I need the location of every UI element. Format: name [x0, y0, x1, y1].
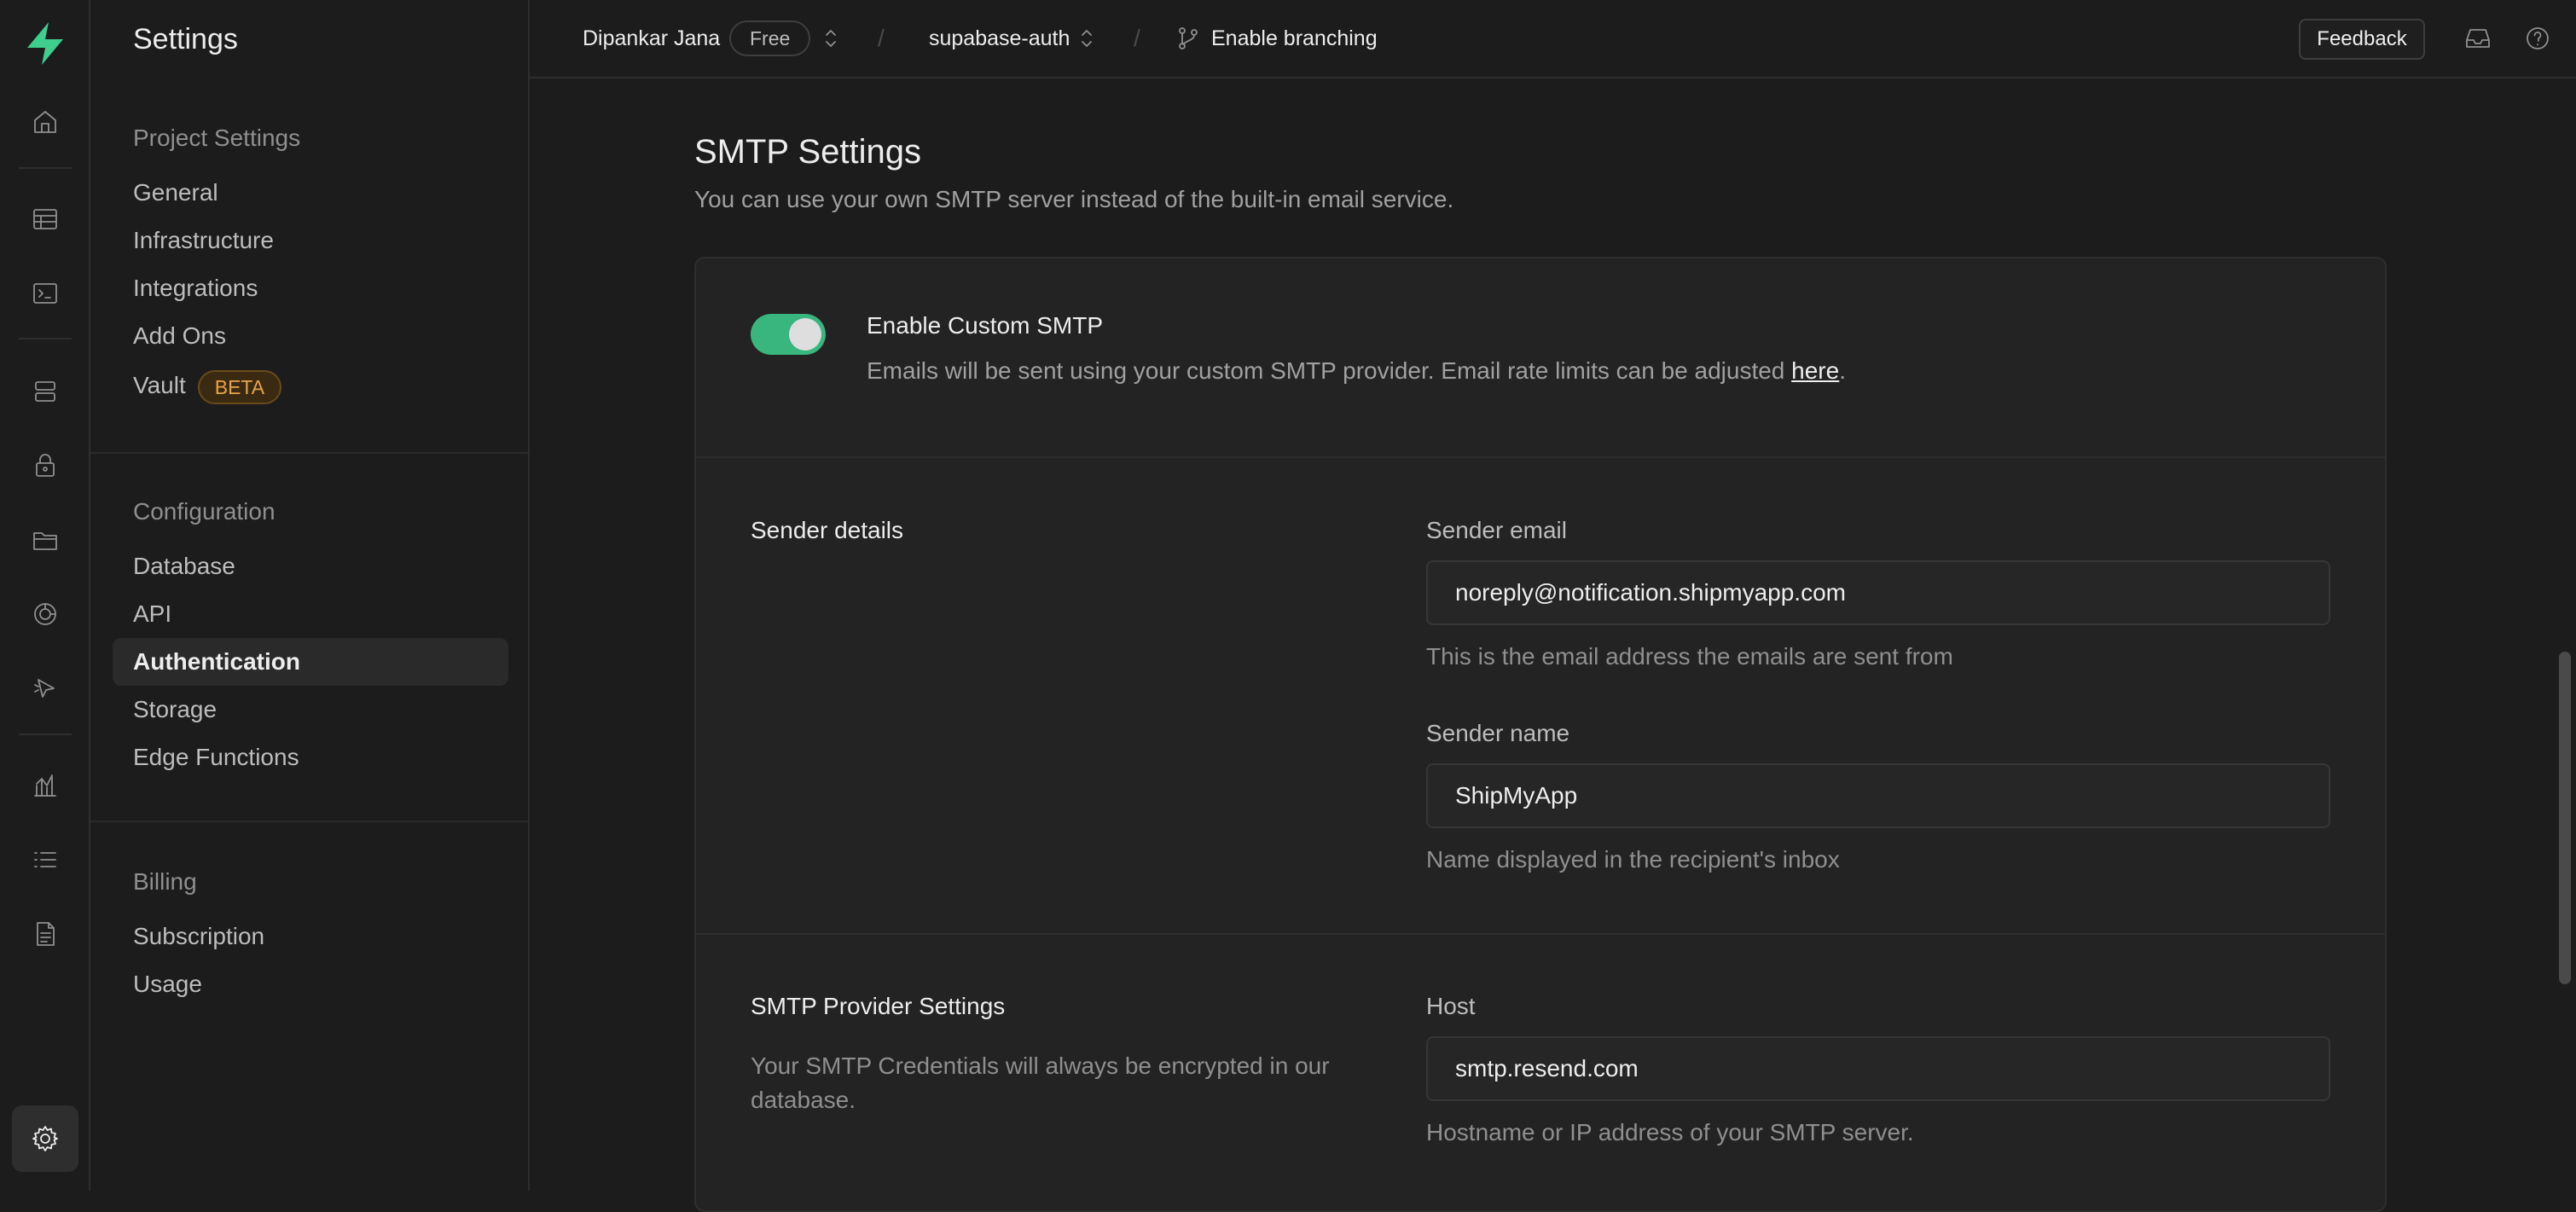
menu-item-edge-functions[interactable]: Edge Functions	[113, 734, 508, 781]
sender-name-input[interactable]	[1426, 763, 2330, 828]
menu-item-api[interactable]: API	[113, 590, 508, 638]
api-docs-icon[interactable]	[12, 901, 78, 967]
menu-item-vault-label: Vault	[133, 372, 186, 398]
sender-name-help: Name displayed in the recipient's inbox	[1426, 846, 1840, 873]
git-branch-icon	[1173, 23, 1204, 54]
menu-item-vault[interactable]: Vault BETA	[113, 362, 508, 409]
menu-item-infrastructure[interactable]: Infrastructure	[113, 217, 508, 264]
sender-email-label: Sender email	[1426, 517, 1567, 543]
edge-functions-icon[interactable]	[12, 655, 78, 722]
logs-list-icon[interactable]	[12, 826, 78, 893]
host-label: Host	[1426, 993, 1476, 1019]
host-help: Hostname or IP address of your SMTP serv…	[1426, 1119, 1914, 1145]
settings-gear-icon[interactable]	[12, 1105, 78, 1172]
project-switcher-chevron-icon[interactable]	[1071, 23, 1102, 54]
home-icon[interactable]	[12, 89, 78, 155]
enable-custom-smtp-toggle[interactable]	[751, 314, 826, 355]
smtp-provider-settings-title: SMTP Provider Settings	[751, 993, 1006, 1019]
menu-item-usage[interactable]: Usage	[113, 960, 508, 1008]
sender-email-input[interactable]	[1426, 560, 2330, 625]
host-input[interactable]	[1426, 1036, 2330, 1101]
auth-lock-icon[interactable]	[12, 432, 78, 499]
menu-item-integrations[interactable]: Integrations	[113, 264, 508, 312]
smtp-settings-description: You can use your own SMTP server instead…	[694, 186, 1454, 212]
smtp-settings-title: SMTP Settings	[694, 133, 922, 171]
main-scrollbar[interactable]	[2556, 78, 2576, 1191]
menu-item-database[interactable]: Database	[113, 542, 508, 590]
configuration-heading: Configuration	[133, 498, 276, 525]
menu-item-storage[interactable]: Storage	[113, 686, 508, 734]
table-editor-icon[interactable]	[12, 186, 78, 252]
breadcrumb-separator: /	[1134, 25, 1140, 51]
database-icon[interactable]	[12, 358, 78, 425]
toggle-knob	[789, 318, 821, 351]
icon-rail	[0, 0, 90, 1191]
settings-title: Settings	[133, 23, 238, 55]
menu-item-subscription[interactable]: Subscription	[113, 913, 508, 960]
sender-details-title: Sender details	[751, 517, 904, 543]
rate-limits-link[interactable]: here	[1791, 357, 1839, 384]
enable-custom-smtp-description: Emails will be sent using your custom SM…	[867, 357, 1846, 384]
top-bar: Dipankar Jana Free / supabase-auth / Ena…	[530, 0, 2576, 78]
project-settings-heading: Project Settings	[133, 125, 301, 151]
sql-editor-icon[interactable]	[12, 260, 78, 327]
project-name[interactable]: supabase-auth	[929, 0, 1070, 77]
sender-name-label: Sender name	[1426, 720, 1570, 746]
plan-badge: Free	[729, 20, 811, 56]
scrollbar-thumb[interactable]	[2559, 652, 2571, 984]
menu-item-add-ons[interactable]: Add Ons	[113, 312, 508, 360]
reports-chart-icon[interactable]	[12, 752, 78, 819]
enable-custom-smtp-label: Enable Custom SMTP	[867, 312, 1103, 339]
feedback-button[interactable]: Feedback	[2299, 19, 2425, 60]
menu-item-general[interactable]: General	[113, 169, 508, 217]
billing-heading: Billing	[133, 868, 197, 895]
enable-branching-button[interactable]: Enable branching	[1211, 0, 1378, 77]
inbox-icon[interactable]	[2463, 23, 2493, 54]
sender-email-help: This is the email address the emails are…	[1426, 643, 1953, 670]
help-icon[interactable]	[2522, 23, 2553, 54]
smtp-provider-settings-description: Your SMTP Credentials will always be enc…	[751, 1053, 1330, 1113]
menu-item-authentication[interactable]: Authentication	[113, 638, 508, 686]
realtime-icon[interactable]	[12, 581, 78, 647]
storage-folder-icon[interactable]	[12, 507, 78, 573]
settings-sidebar: Settings Project Settings General Infras…	[90, 0, 530, 1191]
breadcrumb-separator: /	[878, 25, 885, 51]
beta-badge: BETA	[197, 369, 282, 404]
org-name[interactable]: Dipankar Jana	[583, 0, 720, 77]
org-switcher-chevron-icon[interactable]	[815, 23, 846, 54]
supabase-logo-icon[interactable]	[20, 19, 70, 68]
